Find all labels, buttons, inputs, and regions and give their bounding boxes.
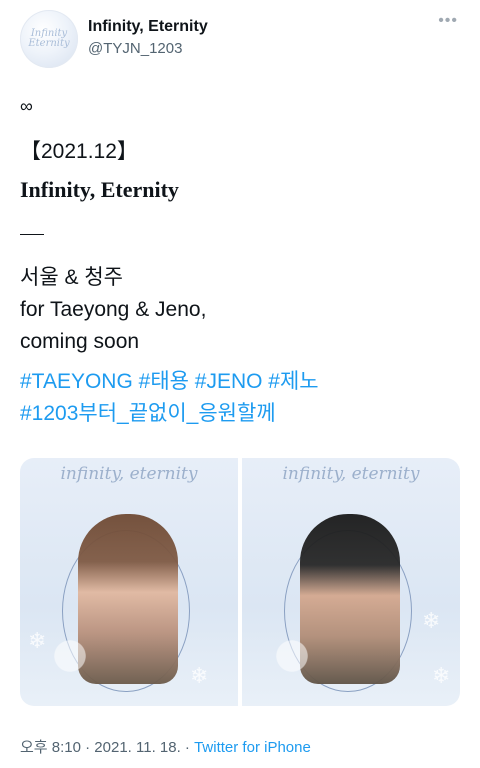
status-line: coming soon [20,330,140,353]
card-caption: infinity, eternity [282,464,420,484]
card-caption: infinity, eternity [60,464,198,484]
media-card-jeno[interactable]: infinity, eternity ❄ ❄ [242,458,460,706]
artist-line: for Taeyong & Jeno, [20,298,207,321]
divider-dash [20,234,44,235]
source-link[interactable]: Twitter for iPhone [194,739,311,756]
media-grid: infinity, eternity ❄ ❄ infinity, eternit… [20,458,460,706]
hashtags-row-2[interactable]: #1203부터_끝없이_응원할께 [20,402,276,426]
date-line: 【2021.12】 [20,140,138,163]
tweet-footer: 오후 8:10 · 2021. 11. 18. · Twitter for iP… [20,736,311,757]
author-handle[interactable]: @TYJN_1203 [88,40,182,57]
profile-avatar[interactable]: Infinity Eternity [20,10,78,68]
snowflake-icon: ❄ [432,663,451,688]
hashtags-row-1[interactable]: #TAEYONG #태용 #JENO #제노 [20,370,319,394]
timestamp: 오후 8:10 · 2021. 11. 18. · [20,739,195,756]
snowflake-icon: ❄ [28,628,47,653]
location-line: 서울 & 청주 [20,266,123,289]
portrait-jeno [300,514,400,684]
author-name[interactable]: Infinity, Eternity [88,18,208,36]
infinity-symbol: ∞ [20,96,33,116]
snowflake-icon: ❄ [190,663,209,688]
tweet-title: Infinity, Eternity [20,177,179,202]
more-dots-icon[interactable]: ••• [438,12,458,30]
avatar-text: Infinity Eternity [28,28,70,49]
snowflake-icon: ❄ [422,608,441,633]
media-card-taeyong[interactable]: infinity, eternity ❄ ❄ [20,458,238,706]
portrait-taeyong [78,514,178,684]
